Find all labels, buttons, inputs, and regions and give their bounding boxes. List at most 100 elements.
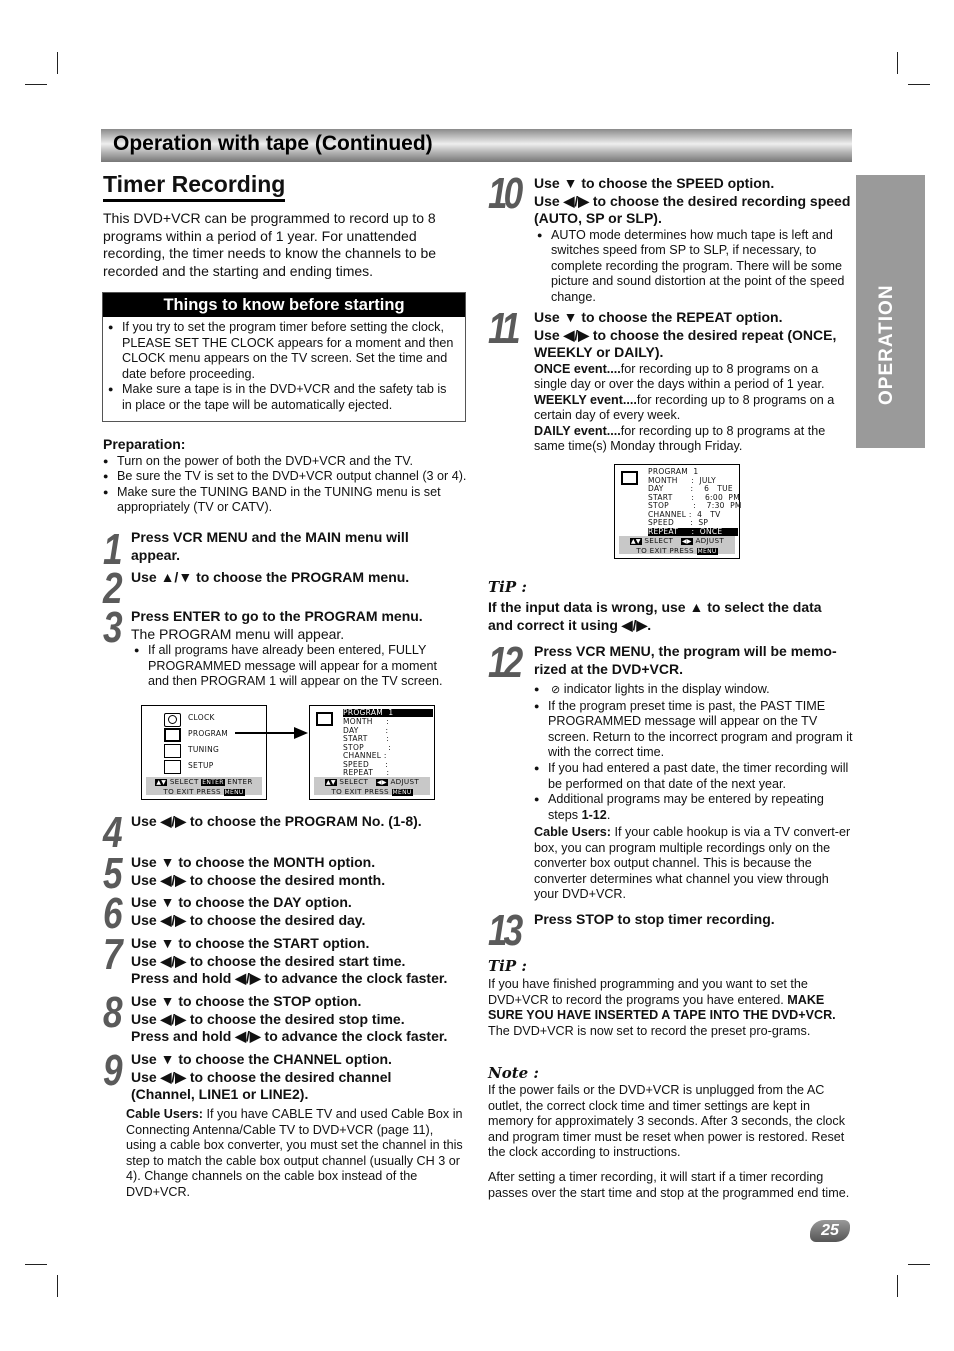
header-bar: Operation with tape (Continued) (101, 129, 852, 162)
step-line: Use ▼ to choose the REPEAT option. (534, 309, 783, 325)
step-line: Use ▼ to choose the MONTH option. (131, 854, 376, 870)
preparation-item: Make sure the TUNING BAND in the TUNING … (100, 485, 468, 516)
step-line: Use ◀/▶ to choose the PROGRAM No. (1-8). (131, 813, 422, 829)
leftright-key-icon: ◀▶ (681, 538, 693, 545)
step-line: Press STOP to stop timer recording. (534, 911, 775, 927)
step-number: 8 (103, 988, 123, 1037)
step-line: Press ENTER to go to the PROGRAM menu. (131, 608, 423, 624)
side-tab: OPERATION (856, 175, 925, 448)
menu-key-badge: MENU (696, 548, 718, 555)
updown-key-icon: ▲▼ (629, 538, 642, 545)
tuning-icon (164, 744, 181, 758)
screen-footer: ▲▼ SELECT ◀▶ ADJUST TO EXIT PRESS MENU (619, 536, 735, 555)
select-hint: SELECT (644, 536, 674, 545)
cable-label: Cable Users: (534, 825, 611, 839)
step-1: Press VCR MENU and the MAIN menu will ap… (131, 529, 431, 564)
step-number: 12 (488, 638, 523, 687)
program-icon (621, 471, 638, 485)
step-12-cable-note: Cable Users: If your cable hookup is via… (534, 825, 852, 903)
step-10: Use ▼ to choose the SPEED option. Use ◀/▶… (534, 175, 854, 305)
step-line: Use ◀/▶ to choose the desired recording … (534, 192, 851, 227)
menu-key-badge: MENU (223, 789, 245, 796)
crop-mark (57, 52, 58, 74)
step-12: Press VCR MENU, the program will be memo… (534, 643, 854, 678)
enter-hint: ENTER (227, 777, 253, 786)
things-item: If you try to set the program timer befo… (105, 320, 459, 382)
note-text: After setting a timer recording, it will… (488, 1169, 850, 1200)
step-line: Use ◀/▶ to choose the desired start time… (131, 952, 406, 969)
side-tab-label: OPERATION (876, 284, 897, 405)
step-line: Use ▲/▼ to choose the PROGRAM menu. (131, 569, 410, 585)
updown-key-icon: ▲▼ (155, 779, 168, 786)
step-number: 3 (103, 603, 123, 652)
step-body: The PROGRAM menu will appear. (131, 625, 345, 642)
step-bullet: If you had entered a past date, the time… (531, 761, 853, 792)
step-line: Use ▼ to choose the START option. (131, 935, 370, 951)
crop-mark (897, 1275, 898, 1297)
step-bullet: If the program preset time is past, the … (531, 699, 853, 761)
step-line: Use ◀/▶ to choose the desired day. (131, 911, 366, 928)
step-number: 13 (488, 906, 523, 955)
things-title: Things to know before starting (103, 293, 465, 317)
step-line: Use ▼ to choose the SPEED option. (534, 175, 775, 191)
note: Note : If the power fails or the DVD+VCR… (488, 1064, 850, 1201)
step-line: Press and hold ◀/▶ to advance the clock … (131, 1028, 448, 1044)
menu-row: PROGRAM 1 (343, 708, 433, 717)
crop-mark (908, 84, 930, 85)
step-6: Use ▼ to choose the DAY option. Use ◀/▶ t… (131, 894, 471, 929)
tip-title: TiP : (488, 957, 527, 975)
arrow-right-icon (294, 727, 308, 739)
step-line: Use ▼ to choose the DAY option. (131, 894, 352, 910)
step-9-cable-note: Cable Users: If you have CABLE TV and us… (126, 1107, 464, 1201)
step-line: Press and hold ◀/▶ to advance the clock … (131, 970, 448, 986)
tip-text: The DVD+VCR is now set to record the pre… (488, 1023, 811, 1038)
program-icon (316, 712, 333, 726)
step-13: Press STOP to stop timer recording. (534, 911, 854, 929)
things-to-know-box: Things to know before starting If you tr… (102, 292, 466, 422)
tip-text: If you have finished programming and you… (488, 977, 808, 1007)
step-8: Use ▼ to choose the STOP option. Use ◀/▶ … (131, 993, 471, 1046)
exit-hint: TO EXIT PRESS (636, 546, 694, 555)
cable-label: Cable Users: (126, 1107, 203, 1121)
crop-mark (908, 1264, 930, 1265)
select-hint: SELECT (169, 777, 199, 786)
updown-key-icon: ▲▼ (324, 779, 337, 786)
daily-label: DAILY event.... (534, 423, 621, 438)
step-9: Use ▼ to choose the CHANNEL option. Use ◀… (131, 1051, 431, 1104)
steps-range: 1-12 (581, 807, 607, 822)
crop-mark (25, 84, 47, 85)
crop-mark (57, 1275, 58, 1297)
program-filled-screen: PROGRAM 1 MONTH : JULY DAY : 6 TUE START… (614, 464, 741, 559)
step-number: 11 (488, 304, 521, 353)
step-2: Use ▲/▼ to choose the PROGRAM menu. (131, 569, 471, 587)
preparation-item: Turn on the power of both the DVD+VCR an… (100, 454, 468, 470)
step-11: Use ▼ to choose the REPEAT option. Use ◀/… (534, 309, 854, 455)
weekly-label: WEEKLY event.... (534, 392, 637, 407)
step-number: 7 (103, 930, 123, 979)
program-icon (164, 728, 181, 742)
step-number: 9 (103, 1046, 123, 1095)
preparation-item: Be sure the TV is set to the DVD+VCR out… (100, 469, 468, 485)
once-label: ONCE event.... (534, 361, 621, 376)
menu-key-badge: MENU (391, 789, 413, 796)
timer-indicator-icon: ⊘ (548, 684, 561, 696)
step-7: Use ▼ to choose the START option. Use ◀/▶… (131, 935, 471, 988)
clock-icon (164, 713, 181, 727)
punct: . (606, 807, 611, 822)
step-12-bullets: ⊘ indicator lights in the display window… (531, 682, 853, 823)
things-item: Make sure a tape is in the DVD+VCR and t… (105, 382, 459, 413)
tip-1: TiP : If the input data is wrong, use ▲ … (488, 578, 848, 634)
crop-mark (897, 52, 898, 74)
tip-2: TiP : If you have finished programming a… (488, 957, 850, 1039)
step-line: Use ◀/▶ to choose the desired repeat (ON… (534, 326, 837, 361)
intro-text: This DVD+VCR can be programmed to record… (103, 210, 437, 279)
preparation-title: Preparation: (103, 436, 186, 452)
step-line: Press VCR MENU and the MAIN menu will ap… (131, 529, 409, 563)
crop-mark (25, 1264, 47, 1265)
step-line: Use ▼ to choose the CHANNEL option. (131, 1051, 392, 1067)
program-menu-screen: PROGRAM 1 MONTH : DAY : START : STOP : C… (309, 705, 435, 800)
enter-key-badge: ENTER (201, 779, 225, 786)
select-hint: SELECT (339, 777, 369, 786)
page-number: 25 (810, 1220, 850, 1242)
step-bullet: If all programs have already been entere… (131, 643, 456, 690)
